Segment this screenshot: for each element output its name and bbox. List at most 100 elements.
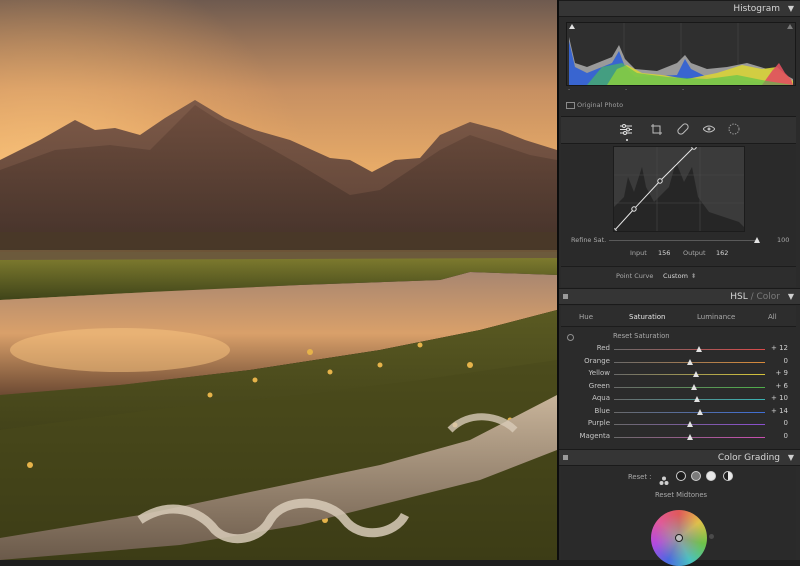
- tool-strip: [561, 116, 796, 144]
- crop-icon[interactable]: [649, 122, 663, 136]
- hsl-slider-value[interactable]: + 10: [771, 394, 788, 402]
- hsl-slider-thumb[interactable]: [697, 408, 704, 415]
- hsl-slider-label: Orange: [584, 356, 610, 365]
- tab-saturation[interactable]: Saturation: [629, 313, 666, 321]
- sliders-icon[interactable]: [619, 122, 633, 136]
- hsl-slider-purple[interactable]: Purple 0: [559, 419, 800, 431]
- original-photo-label: Original Photo: [577, 101, 624, 109]
- reset-saturation-link[interactable]: Reset Saturation: [613, 332, 670, 340]
- tab-all[interactable]: All: [768, 313, 777, 321]
- hsl-slider-track[interactable]: [614, 383, 765, 390]
- tone-curve-graph[interactable]: [611, 144, 745, 234]
- hsl-slider-track[interactable]: [614, 346, 765, 352]
- color-grading-title: Color Grading: [717, 453, 780, 463]
- histogram-graph[interactable]: [566, 22, 796, 86]
- tone-curve-plot: [611, 144, 744, 234]
- output-value: 162: [716, 249, 729, 257]
- hsl-tab-bar: [561, 306, 796, 327]
- target-adjust-icon[interactable]: [567, 334, 574, 341]
- hsl-slider-yellow[interactable]: Yellow + 9: [559, 369, 800, 381]
- histogram-header[interactable]: Histogram ▼: [559, 0, 800, 17]
- hsl-slider-thumb[interactable]: [694, 396, 701, 402]
- hsl-slider-thumb[interactable]: [693, 371, 700, 377]
- collapse-triangle-icon[interactable]: ▼: [788, 453, 794, 462]
- hsl-slider-track[interactable]: [614, 371, 765, 377]
- hsl-slider-label: Purple: [587, 419, 610, 427]
- point-curve-select[interactable]: Custom ⬍: [663, 272, 696, 280]
- refine-sat-value: 100: [777, 236, 790, 244]
- global-view-icon[interactable]: [723, 471, 733, 481]
- hist-tick-3: -: [682, 86, 685, 93]
- heal-icon[interactable]: [676, 122, 690, 136]
- lightroom-app: Histogram ▼ - - - - Original Photo Refin…: [0, 0, 800, 566]
- hsl-slider-thumb[interactable]: [686, 358, 693, 365]
- hsl-slider-track[interactable]: [614, 433, 765, 440]
- midtones-view-icon[interactable]: [691, 471, 701, 481]
- hsl-header[interactable]: HSL / Color ▼: [559, 288, 800, 305]
- input-value: 156: [658, 249, 671, 257]
- hist-tick-4: -: [739, 86, 742, 93]
- tab-luminance[interactable]: Luminance: [697, 313, 735, 321]
- hsl-slider-thumb[interactable]: [695, 346, 702, 352]
- hsl-slider-value[interactable]: 0: [784, 432, 788, 440]
- hsl-slider-track[interactable]: [614, 408, 765, 415]
- hsl-slider-value[interactable]: + 14: [771, 407, 788, 415]
- hsl-slider-magenta[interactable]: Magenta 0: [559, 432, 800, 444]
- original-photo-checkbox[interactable]: [566, 102, 575, 109]
- color-wheel-handle[interactable]: [675, 534, 683, 542]
- tab-hue[interactable]: Hue: [579, 313, 593, 321]
- reset-label: Reset :: [628, 473, 652, 481]
- solo-square-icon[interactable]: [563, 455, 568, 460]
- wheel-side-dot: [709, 534, 714, 539]
- reset-midtones-link[interactable]: Reset Midtones: [655, 491, 707, 499]
- highlight-clipping-icon[interactable]: [787, 24, 793, 29]
- hsl-slider-value[interactable]: + 9: [775, 369, 788, 377]
- hsl-slider-track[interactable]: [614, 396, 765, 402]
- hsl-slider-track[interactable]: [614, 421, 765, 427]
- hsl-slider-label: Red: [596, 344, 610, 352]
- three-way-view-icon[interactable]: [659, 471, 669, 485]
- hsl-title-color[interactable]: Color: [757, 292, 781, 302]
- hsl-slider-value[interactable]: + 6: [775, 382, 788, 390]
- hsl-slider-thumb[interactable]: [691, 383, 698, 390]
- hsl-slider-value[interactable]: 0: [784, 357, 788, 365]
- hsl-slider-aqua[interactable]: Aqua + 10: [559, 394, 800, 406]
- hsl-slider-label: Aqua: [592, 394, 610, 402]
- hsl-slider-track[interactable]: [614, 358, 765, 365]
- shadow-clipping-icon[interactable]: [569, 24, 575, 29]
- redeye-icon[interactable]: [702, 122, 716, 136]
- hsl-slider-value[interactable]: 0: [784, 419, 788, 427]
- hsl-slider-list: Red + 12 Orange 0 Yellow + 9 Green + 6 Aqua + 10 B…: [559, 344, 800, 444]
- point-curve-value: Custom: [663, 272, 688, 280]
- color-grading-header[interactable]: Color Grading ▼: [559, 449, 800, 466]
- masking-icon[interactable]: [727, 122, 741, 136]
- histogram-title: Histogram: [733, 4, 780, 14]
- hsl-slider-green[interactable]: Green + 6: [559, 382, 800, 394]
- landscape-photo: [0, 0, 557, 560]
- photo-canvas[interactable]: [0, 0, 557, 560]
- hsl-title: HSL / Color: [730, 292, 780, 302]
- highlights-view-icon[interactable]: [706, 471, 716, 481]
- hsl-slider-blue[interactable]: Blue + 14: [559, 407, 800, 419]
- hsl-slider-label: Blue: [594, 406, 611, 415]
- select-arrows-icon: ⬍: [690, 272, 697, 280]
- hsl-title-sep: /: [747, 292, 757, 302]
- hsl-slider-label: Green: [588, 381, 610, 390]
- solo-square-icon[interactable]: [563, 294, 568, 299]
- output-label: Output: [683, 249, 706, 257]
- hsl-slider-value[interactable]: + 12: [771, 344, 788, 352]
- shadows-view-icon[interactable]: [676, 471, 686, 481]
- collapse-triangle-icon[interactable]: ▼: [788, 4, 794, 13]
- hsl-slider-thumb[interactable]: [686, 433, 693, 440]
- hist-tick-2: -: [625, 86, 628, 93]
- hsl-title-main[interactable]: HSL: [730, 292, 748, 302]
- input-label: Input: [630, 249, 647, 257]
- hsl-slider-thumb[interactable]: [686, 421, 693, 427]
- collapse-triangle-icon[interactable]: ▼: [788, 292, 794, 301]
- refine-sat-thumb[interactable]: [754, 237, 760, 243]
- hsl-slider-label: Yellow: [588, 369, 610, 377]
- hsl-slider-orange[interactable]: Orange 0: [559, 357, 800, 369]
- hsl-slider-red[interactable]: Red + 12: [559, 344, 800, 356]
- point-curve-label: Point Curve: [616, 272, 654, 280]
- refine-sat-slider[interactable]: [609, 240, 759, 241]
